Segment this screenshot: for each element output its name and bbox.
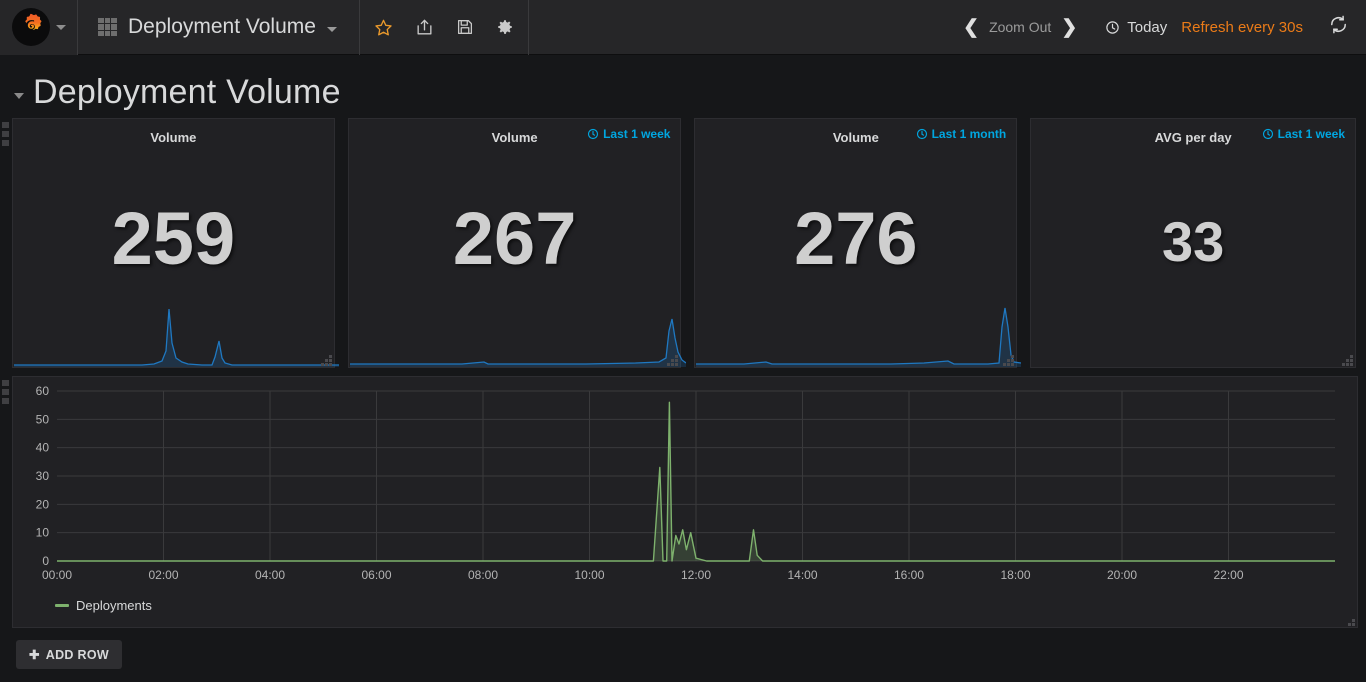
- y-axis-tick-label: 10: [36, 526, 50, 540]
- x-axis-tick-label: 10:00: [574, 568, 604, 582]
- refresh-interval-label[interactable]: Refresh every 30s: [1181, 19, 1329, 36]
- y-axis-tick-label: 20: [36, 497, 50, 511]
- dashboard-picker[interactable]: Deployment Volume: [78, 0, 360, 55]
- x-axis-tick-label: 04:00: [255, 568, 285, 582]
- page-title: Deployment Volume: [33, 73, 341, 111]
- panel-value-3: 276: [794, 196, 918, 280]
- graph-canvas: 0 10 20 30 40 50 60 00:00 02:00 04:00 06:00 08:00 10…: [36, 384, 1335, 582]
- sparkline-1: [14, 305, 339, 367]
- singlestat-panel-4[interactable]: AVG per day Last 1 week 33: [1030, 118, 1356, 368]
- brand-menu[interactable]: [0, 0, 78, 55]
- clock-icon: [1262, 128, 1274, 140]
- clock-icon: [916, 128, 928, 140]
- panel-time-override-label-2: Last 1 week: [603, 127, 671, 141]
- panel-resize-handle-2[interactable]: [667, 355, 679, 366]
- zoom-out-control[interactable]: ❮ Zoom Out ❯: [963, 18, 1091, 37]
- y-axis-tick-label: 30: [36, 469, 50, 483]
- panel-time-override-2: Last 1 week: [587, 127, 670, 141]
- graph-plot-area[interactable]: 0 10 20 30 40 50 60 00:00 02:00 04:00 06:00 08:00 10…: [13, 377, 1357, 592]
- x-axis-tick-label: 22:00: [1213, 568, 1243, 582]
- dashboard-body: Deployment Volume Volume 259 Volume Last…: [0, 55, 1366, 669]
- panel-resize-handle-graph[interactable]: [1344, 615, 1355, 626]
- panel-value-1: 259: [111, 196, 236, 280]
- star-icon[interactable]: [374, 18, 393, 37]
- dashboard-row-header: Deployment Volume: [0, 55, 1366, 118]
- panel-title-4[interactable]: AVG per day: [1155, 130, 1232, 145]
- time-shift-back-icon[interactable]: ❮: [963, 18, 979, 37]
- grafana-logo-icon[interactable]: [11, 8, 50, 46]
- panel-row-2: 0 10 20 30 40 50 60 00:00 02:00 04:00 06:00 08:00 10…: [0, 376, 1366, 628]
- x-axis-tick-label: 18:00: [1000, 568, 1030, 582]
- x-axis-tick-label: 06:00: [361, 568, 391, 582]
- legend-series-label[interactable]: Deployments: [76, 598, 152, 613]
- panel-time-override-label-4: Last 1 week: [1277, 127, 1345, 141]
- panel-header-3: Volume Last 1 month: [695, 119, 1016, 149]
- singlestat-panel-2[interactable]: Volume Last 1 week 267: [347, 118, 687, 368]
- zoom-out-label[interactable]: Zoom Out: [989, 19, 1051, 35]
- top-navbar: Deployment Volume ❮ Zoom Out ❯ Today Ref…: [0, 0, 1366, 55]
- row-collapse-chevron-icon[interactable]: [14, 92, 24, 99]
- refresh-icon[interactable]: [1329, 15, 1348, 39]
- plus-icon: ✚: [29, 648, 40, 662]
- clock-icon: [587, 128, 599, 140]
- time-controls: ❮ Zoom Out ❯ Today Refresh every 30s: [963, 0, 1366, 55]
- add-row-label: ADD ROW: [45, 647, 109, 662]
- clock-icon: [1105, 20, 1120, 35]
- panel-row-1: Volume 259 Volume Last 1 week 267 Volume…: [0, 118, 1366, 368]
- y-axis-tick-label: 60: [36, 384, 50, 398]
- dashboard-title: Deployment Volume: [128, 15, 316, 38]
- share-icon[interactable]: [415, 18, 434, 37]
- panel-resize-handle-3[interactable]: [1003, 355, 1015, 366]
- gear-icon[interactable]: [496, 18, 514, 36]
- brand-chevron-down-icon[interactable]: [55, 24, 66, 30]
- add-row-container: ✚ ADD ROW: [0, 628, 1366, 669]
- y-axis-tick-label: 40: [36, 441, 50, 455]
- panel-resize-handle-1[interactable]: [320, 355, 332, 366]
- x-axis-tick-label: 00:00: [42, 568, 72, 582]
- panel-value-2: 267: [452, 196, 577, 280]
- panel-resize-handle-4[interactable]: [1342, 355, 1353, 366]
- legend-color-swatch: [55, 604, 69, 607]
- panel-header-1: Volume: [13, 119, 334, 149]
- x-axis-tick-label: 14:00: [787, 568, 817, 582]
- add-row-button[interactable]: ✚ ADD ROW: [16, 640, 122, 669]
- panel-title-2[interactable]: Volume: [492, 130, 538, 145]
- panel-title-3[interactable]: Volume: [833, 130, 879, 145]
- graph-legend: Deployments: [13, 592, 1357, 613]
- x-axis-tick-label: 20:00: [1107, 568, 1137, 582]
- panel-time-override-4: Last 1 week: [1262, 127, 1345, 141]
- sparkline-3: [696, 305, 1022, 367]
- dashboard-chevron-down-icon[interactable]: [326, 27, 337, 32]
- dashboard-grid-icon: [98, 17, 117, 37]
- panel-header-2: Volume Last 1 week: [349, 119, 681, 149]
- y-axis-tick-label: 0: [42, 554, 49, 568]
- singlestat-panel-3[interactable]: Volume Last 1 month 276: [694, 118, 1022, 368]
- row-drag-handle-2[interactable]: [2, 380, 10, 404]
- time-range-picker[interactable]: Today: [1091, 19, 1181, 36]
- row-drag-handle-1[interactable]: [2, 122, 10, 146]
- x-axis-tick-label: 12:00: [681, 568, 711, 582]
- panel-time-override-label-3: Last 1 month: [931, 127, 1007, 141]
- graph-panel-deployments[interactable]: 0 10 20 30 40 50 60 00:00 02:00 04:00 06:00 08:00 10…: [12, 376, 1358, 628]
- x-axis-tick-label: 16:00: [894, 568, 924, 582]
- sparkline-2: [349, 305, 687, 367]
- time-range-label[interactable]: Today: [1127, 19, 1167, 36]
- time-shift-forward-icon[interactable]: ❯: [1061, 18, 1077, 37]
- y-axis-tick-label: 50: [36, 412, 50, 426]
- panel-title-1[interactable]: Volume: [150, 130, 196, 145]
- x-axis-tick-label: 08:00: [468, 568, 498, 582]
- save-icon[interactable]: [456, 18, 474, 36]
- x-axis-tick-label: 02:00: [148, 568, 178, 582]
- singlestat-panel-1[interactable]: Volume 259: [12, 118, 339, 368]
- panel-time-override-3: Last 1 month: [916, 127, 1007, 141]
- dashboard-toolbar: [360, 0, 529, 55]
- panel-value-4: 33: [1161, 209, 1225, 273]
- panel-header-4: AVG per day Last 1 week: [1031, 119, 1355, 149]
